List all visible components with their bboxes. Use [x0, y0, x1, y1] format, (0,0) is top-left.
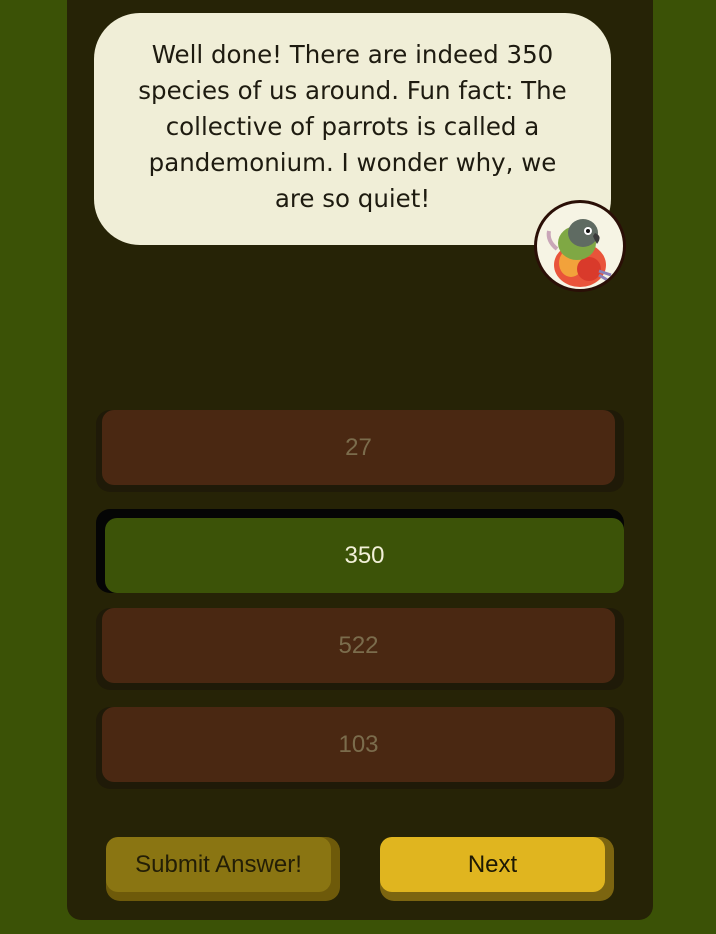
answer-option-4-label: 103 [102, 707, 615, 782]
next-label: Next [380, 837, 605, 892]
next-button[interactable]: Next [380, 837, 614, 901]
answer-option-2[interactable]: 350 [96, 509, 624, 593]
parrot-icon [546, 219, 612, 287]
speech-bubble: Well done! There are indeed 350 species … [94, 13, 611, 245]
answer-option-3[interactable]: 522 [96, 608, 624, 690]
answer-option-3-label: 522 [102, 608, 615, 683]
answer-option-1-label: 27 [102, 410, 615, 485]
answer-option-2-label: 350 [105, 518, 624, 593]
speech-bubble-text: Well done! There are indeed 350 species … [138, 40, 567, 213]
parrot-avatar [534, 200, 626, 292]
answer-option-1[interactable]: 27 [96, 410, 624, 492]
submit-answer-button[interactable]: Submit Answer! [106, 837, 340, 901]
answer-option-4[interactable]: 103 [96, 707, 624, 789]
submit-answer-label: Submit Answer! [106, 837, 331, 892]
